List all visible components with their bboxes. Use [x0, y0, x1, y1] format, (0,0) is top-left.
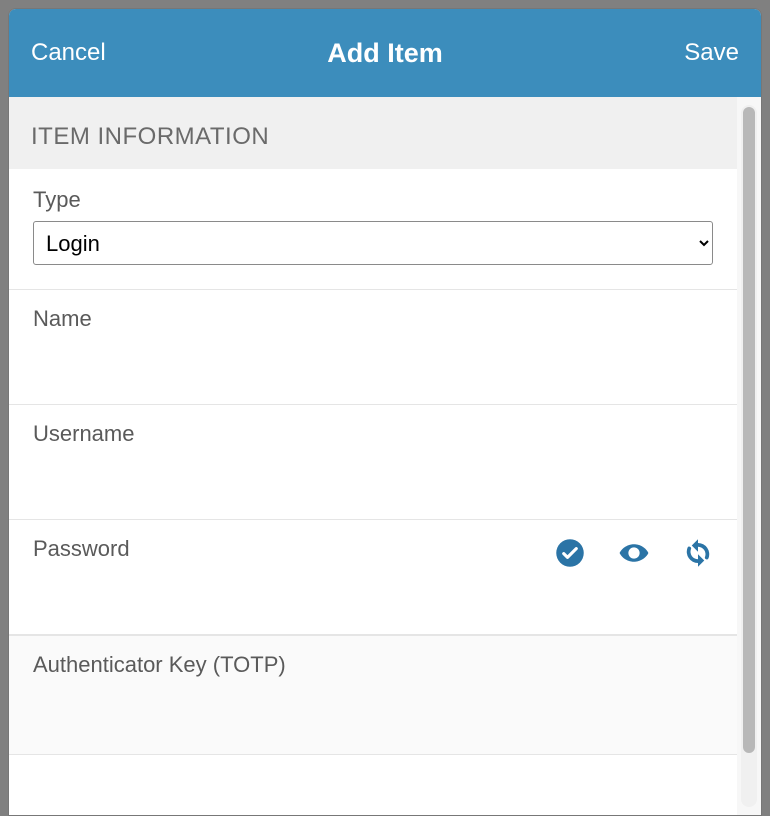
- section-header-item-info: ITEM INFORMATION: [9, 97, 737, 169]
- field-password-label: Password: [33, 536, 130, 562]
- field-totp-label: Authenticator Key (TOTP): [33, 652, 713, 678]
- panel-header: Cancel Add Item Save: [9, 9, 761, 97]
- add-item-panel: Cancel Add Item Save ITEM INFORMATION Ty…: [8, 8, 762, 816]
- password-input[interactable]: [33, 570, 713, 600]
- field-username[interactable]: Username: [9, 405, 737, 520]
- field-username-label: Username: [33, 421, 713, 447]
- field-totp[interactable]: Authenticator Key (TOTP): [9, 635, 737, 755]
- refresh-icon[interactable]: [683, 538, 713, 568]
- scrollbar-thumb[interactable]: [743, 107, 755, 753]
- field-name[interactable]: Name: [9, 290, 737, 405]
- totp-input[interactable]: [33, 686, 713, 716]
- field-type: Type Login: [9, 169, 737, 290]
- password-actions: [555, 538, 713, 568]
- field-password[interactable]: Password: [9, 520, 737, 635]
- check-circle-icon[interactable]: [555, 538, 585, 568]
- panel-title: Add Item: [327, 38, 443, 69]
- field-type-label: Type: [33, 187, 713, 213]
- username-input[interactable]: [33, 455, 713, 485]
- cancel-button[interactable]: Cancel: [31, 39, 131, 67]
- panel-body: ITEM INFORMATION Type Login Name Usernam…: [9, 97, 761, 815]
- scroll-area: ITEM INFORMATION Type Login Name Usernam…: [9, 97, 737, 815]
- save-button[interactable]: Save: [639, 39, 739, 67]
- field-name-label: Name: [33, 306, 713, 332]
- name-input[interactable]: [33, 340, 713, 370]
- type-select[interactable]: Login: [33, 221, 713, 265]
- scrollbar-track[interactable]: [741, 105, 757, 807]
- eye-icon[interactable]: [619, 538, 649, 568]
